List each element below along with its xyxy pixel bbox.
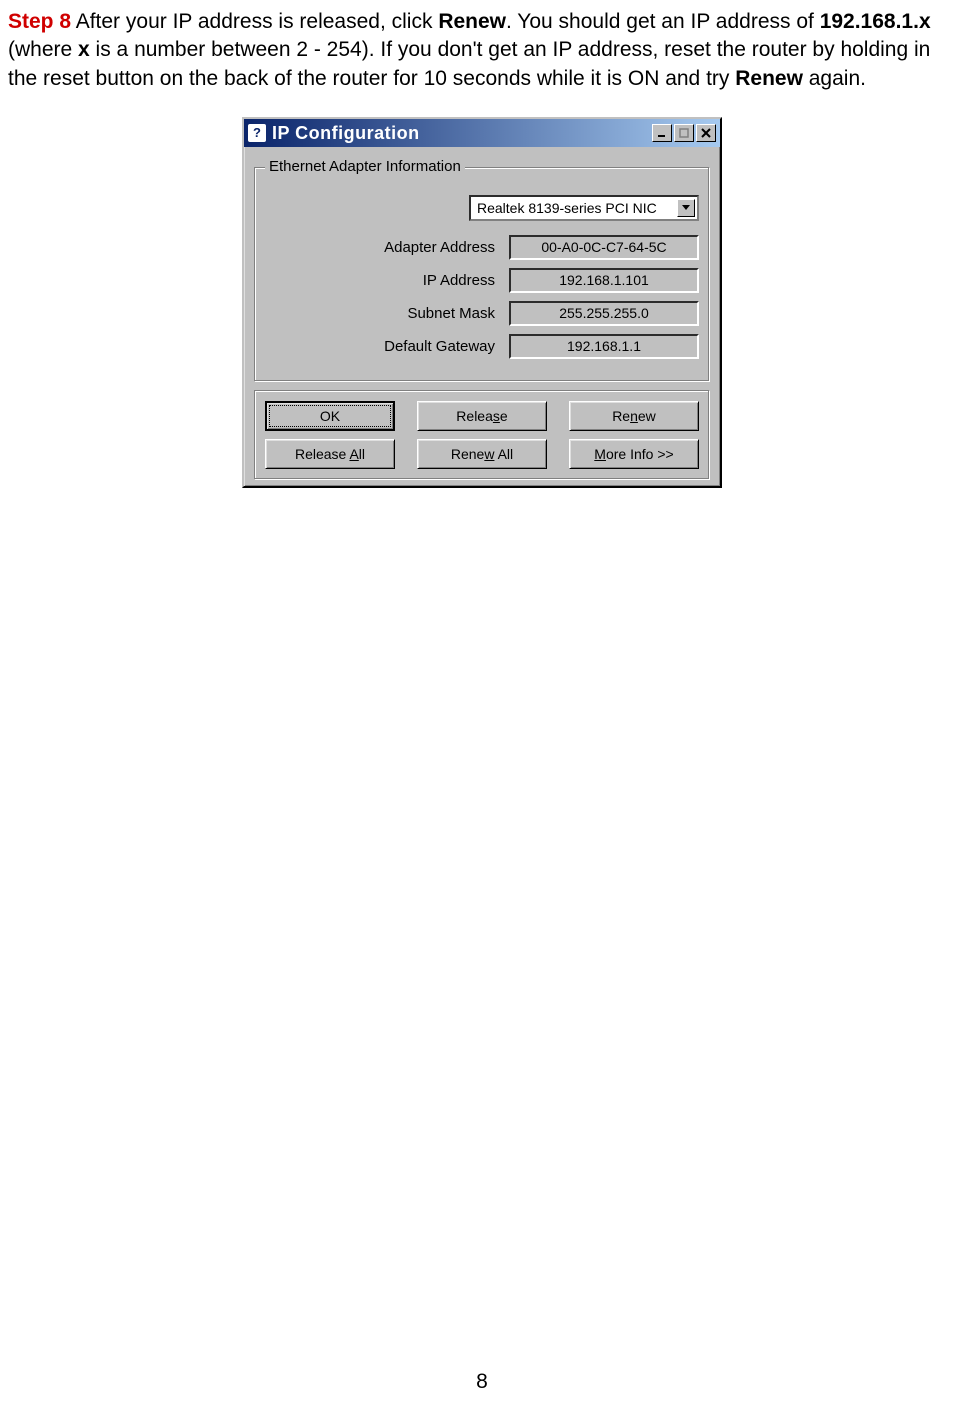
step-label: Step 8 bbox=[8, 10, 71, 33]
window-title: IP Configuration bbox=[272, 121, 420, 145]
default-gateway-label: Default Gateway bbox=[384, 337, 495, 357]
adapter-address-label: Adapter Address bbox=[384, 238, 495, 258]
close-button[interactable] bbox=[696, 124, 716, 142]
minimize-button[interactable] bbox=[652, 124, 672, 142]
groupbox-legend: Ethernet Adapter Information bbox=[265, 157, 465, 177]
ip-address-value: 192.168.1.101 bbox=[509, 268, 699, 293]
renew-keyword-2: Renew bbox=[735, 67, 803, 90]
screenshot-container: ? IP Configuration bbox=[0, 117, 964, 488]
window-controls bbox=[652, 124, 716, 142]
adapter-address-value: 00-A0-0C-C7-64-5C bbox=[509, 235, 699, 260]
default-gateway-value: 192.168.1.1 bbox=[509, 334, 699, 359]
adapter-dropdown[interactable]: Realtek 8139-series PCI NIC bbox=[469, 195, 699, 221]
default-gateway-row: Default Gateway 192.168.1.1 bbox=[265, 334, 699, 359]
ip-config-dialog: ? IP Configuration bbox=[242, 117, 722, 488]
button-panel: OK Release Renew Release All bbox=[254, 390, 710, 480]
ok-button[interactable]: OK bbox=[265, 401, 395, 431]
renew-all-button[interactable]: Renew All bbox=[417, 439, 547, 469]
page-number: 8 bbox=[0, 1368, 964, 1396]
subnet-mask-row: Subnet Mask 255.255.255.0 bbox=[265, 301, 699, 326]
chevron-down-icon bbox=[677, 199, 695, 217]
renew-button[interactable]: Renew bbox=[569, 401, 699, 431]
maximize-button bbox=[674, 124, 694, 142]
subnet-mask-value: 255.255.255.0 bbox=[509, 301, 699, 326]
focus-ring bbox=[269, 405, 391, 427]
ip-address-label: IP Address bbox=[423, 271, 495, 291]
adapter-address-row: Adapter Address 00-A0-0C-C7-64-5C bbox=[265, 235, 699, 260]
adapter-selected-value: Realtek 8139-series PCI NIC bbox=[477, 199, 657, 218]
release-button[interactable]: Release bbox=[417, 401, 547, 431]
release-all-button[interactable]: Release All bbox=[265, 439, 395, 469]
titlebar: ? IP Configuration bbox=[244, 119, 720, 147]
ip-address-row: IP Address 192.168.1.101 bbox=[265, 268, 699, 293]
ethernet-adapter-group: Ethernet Adapter Information Realtek 813… bbox=[254, 157, 710, 382]
step-instruction: Step 8 After your IP address is released… bbox=[0, 8, 964, 93]
subnet-mask-label: Subnet Mask bbox=[407, 304, 495, 324]
renew-keyword: Renew bbox=[438, 10, 506, 33]
app-icon: ? bbox=[248, 124, 266, 142]
ip-pattern: 192.168.1.x bbox=[820, 10, 931, 33]
more-info-button[interactable]: More Info >> bbox=[569, 439, 699, 469]
